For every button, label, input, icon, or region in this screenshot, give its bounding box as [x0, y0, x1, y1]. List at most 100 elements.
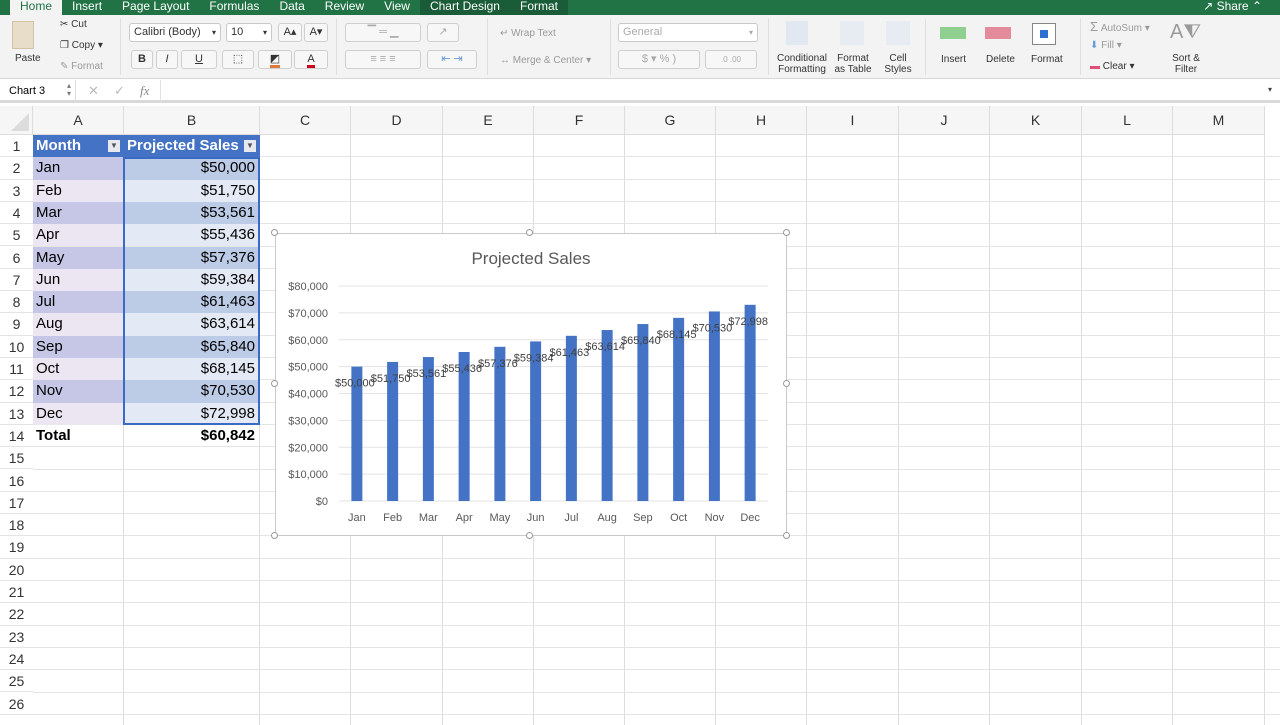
tab-chart-design[interactable]: Chart Design: [419, 0, 510, 15]
sales-cell[interactable]: $68,145: [124, 358, 260, 381]
resize-handle[interactable]: [271, 532, 278, 539]
resize-handle[interactable]: [783, 532, 790, 539]
autosum-button[interactable]: Σ AutoSum ▾: [1090, 19, 1150, 34]
sales-cell[interactable]: $50,000: [124, 157, 260, 180]
row-header-14[interactable]: 14: [0, 424, 33, 448]
table-header-month[interactable]: Month ▼: [33, 135, 124, 158]
row-header-15[interactable]: 15: [0, 447, 33, 470]
row-header-4[interactable]: 4: [0, 201, 33, 225]
row-header-17[interactable]: 17: [0, 491, 33, 515]
filter-dropdown-icon[interactable]: ▼: [108, 140, 120, 152]
tab-home[interactable]: Home: [10, 0, 63, 15]
tab-format[interactable]: Format: [509, 0, 568, 15]
row-header-1[interactable]: 1: [0, 135, 33, 158]
orientation-button[interactable]: ↗: [427, 23, 459, 42]
resize-handle[interactable]: [526, 532, 533, 539]
month-cell[interactable]: Mar: [33, 201, 124, 225]
row-header-7[interactable]: 7: [0, 268, 33, 292]
name-box[interactable]: Chart 3 ▴ ▾: [0, 80, 76, 102]
fx-icon[interactable]: fx: [140, 83, 149, 99]
tab-data[interactable]: Data: [269, 0, 314, 15]
row-header-13[interactable]: 13: [0, 402, 33, 425]
column-header-l[interactable]: L: [1082, 106, 1173, 135]
wrap-text-button[interactable]: ↵ Wrap Text: [500, 28, 556, 39]
column-header-i[interactable]: I: [807, 106, 899, 135]
table-header-projected-sales[interactable]: Projected Sales ▼: [124, 135, 260, 158]
row-header-22[interactable]: 22: [0, 603, 33, 626]
vertical-align-buttons[interactable]: ▔ ═ ▁: [345, 23, 421, 42]
row-header-18[interactable]: 18: [0, 514, 33, 537]
resize-handle[interactable]: [526, 229, 533, 236]
row-header-23[interactable]: 23: [0, 625, 33, 648]
row-header-11[interactable]: 11: [0, 358, 33, 381]
month-cell[interactable]: Oct: [33, 358, 124, 381]
row-header-21[interactable]: 21: [0, 581, 33, 604]
row-header-9[interactable]: 9: [0, 313, 33, 336]
sales-cell[interactable]: $70,530: [124, 380, 260, 403]
sort-filter-button[interactable]: Sort & Filter: [1170, 53, 1202, 75]
month-cell[interactable]: Feb: [33, 179, 124, 202]
resize-handle[interactable]: [783, 380, 790, 387]
column-header-g[interactable]: G: [625, 106, 716, 135]
sales-cell[interactable]: $72,998: [124, 402, 260, 425]
sales-cell[interactable]: $59,384: [124, 268, 260, 292]
enter-icon[interactable]: ✓: [114, 83, 125, 99]
column-header-f[interactable]: F: [534, 106, 625, 135]
row-header-3[interactable]: 3: [0, 179, 33, 202]
tab-review[interactable]: Review: [315, 0, 374, 15]
horizontal-align-buttons[interactable]: ≡ ≡ ≡: [345, 50, 421, 69]
sales-cell[interactable]: $61,463: [124, 291, 260, 314]
column-header-d[interactable]: D: [351, 106, 443, 135]
select-all-corner[interactable]: [0, 106, 33, 135]
copy-button[interactable]: ❐ Copy ▾: [60, 40, 103, 51]
italic-button[interactable]: I: [156, 50, 178, 69]
column-header-e[interactable]: E: [443, 106, 534, 135]
format-as-table-button[interactable]: Format as Table: [832, 53, 874, 75]
font-name-select[interactable]: Calibri (Body) ▾: [129, 23, 221, 42]
insert-cells-button[interactable]: Insert: [941, 54, 966, 65]
indent-buttons[interactable]: ⇤ ⇥: [427, 50, 477, 69]
column-header-j[interactable]: J: [899, 106, 990, 135]
month-cell[interactable]: Sep: [33, 335, 124, 358]
sales-cell[interactable]: $63,614: [124, 313, 260, 336]
month-cell[interactable]: Dec: [33, 402, 124, 425]
sales-cell[interactable]: $65,840: [124, 335, 260, 358]
tab-page-layout[interactable]: Page Layout: [112, 0, 199, 15]
share-button[interactable]: ↗ Share ⌃: [1203, 0, 1262, 13]
sales-cell[interactable]: $55,436: [124, 224, 260, 247]
resize-handle[interactable]: [783, 229, 790, 236]
format-painter-button[interactable]: ✎ Format: [60, 61, 103, 72]
cut-button[interactable]: ✂ Cut: [60, 19, 87, 30]
clear-button[interactable]: ▬ Clear ▾: [1090, 61, 1135, 72]
delete-cells-button[interactable]: Delete: [986, 54, 1015, 65]
underline-button[interactable]: U: [181, 50, 217, 69]
column-header-a[interactable]: A: [33, 106, 124, 135]
month-cell[interactable]: Jul: [33, 291, 124, 314]
month-cell[interactable]: Jan: [33, 157, 124, 180]
tab-view[interactable]: View: [374, 0, 420, 15]
sales-cell[interactable]: $51,750: [124, 179, 260, 202]
chart[interactable]: Projected Sales $0 $10,000 $20,000 $30,000 $4…: [275, 233, 787, 536]
merge-center-button[interactable]: ↔ Merge & Center ▾: [500, 55, 591, 66]
fill-button[interactable]: ⬇ Fill ▾: [1090, 40, 1122, 51]
row-header-10[interactable]: 10: [0, 335, 33, 358]
column-header-b[interactable]: B: [124, 106, 260, 135]
month-cell[interactable]: Aug: [33, 313, 124, 336]
row-header-12[interactable]: 12: [0, 380, 33, 403]
column-header-k[interactable]: K: [990, 106, 1082, 135]
number-format-select[interactable]: General ▾: [618, 23, 758, 42]
formula-input[interactable]: [160, 80, 1260, 102]
row-header-20[interactable]: 20: [0, 558, 33, 581]
sales-cell[interactable]: $57,376: [124, 246, 260, 269]
column-header-h[interactable]: H: [716, 106, 807, 135]
decimal-buttons[interactable]: .0 .00: [705, 50, 757, 69]
resize-handle[interactable]: [271, 229, 278, 236]
tab-insert[interactable]: Insert: [62, 0, 112, 15]
total-label-cell[interactable]: Total: [33, 425, 124, 447]
fill-color-button[interactable]: ◩: [258, 50, 292, 69]
shrink-font-button[interactable]: A▾: [304, 23, 328, 42]
sales-cell[interactable]: $53,561: [124, 201, 260, 225]
paste-icon[interactable]: [12, 21, 34, 49]
row-header-25[interactable]: 25: [0, 670, 33, 693]
font-color-button[interactable]: A: [294, 50, 328, 69]
